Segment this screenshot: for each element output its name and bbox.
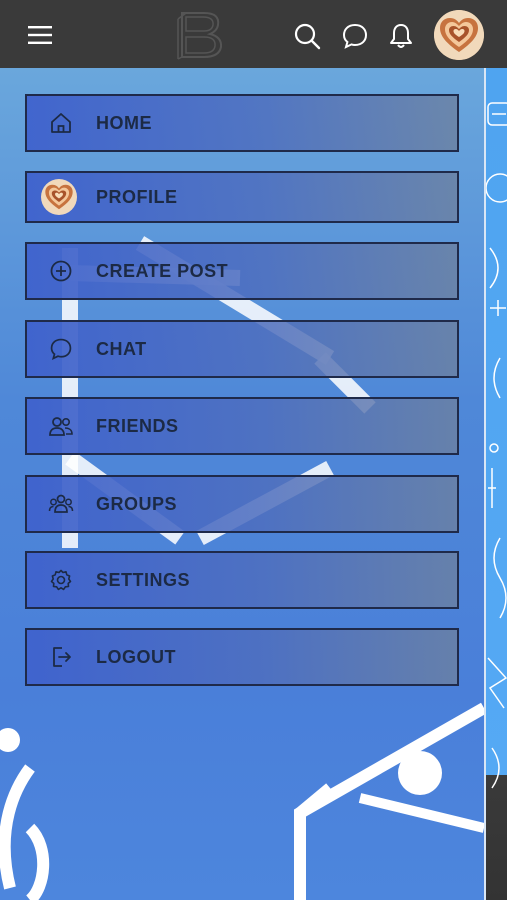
side-doodles <box>486 102 507 789</box>
menu-item-logout[interactable]: LOGOUT <box>25 628 459 686</box>
menu-item-label: SETTINGS <box>96 569 191 590</box>
messages-button[interactable] <box>336 17 374 55</box>
b-logo-icon <box>177 12 223 60</box>
menu-item-label: HOME <box>96 112 152 133</box>
menu-item-label: CREATE POST <box>96 260 229 281</box>
plus-circle-icon <box>47 257 75 285</box>
heart-avatar <box>434 10 484 60</box>
menu-item-label: CHAT <box>96 338 147 359</box>
menu-item-groups[interactable]: GROUPS <box>25 475 459 533</box>
menu-item-label: GROUPS <box>96 493 178 514</box>
top-bar <box>0 0 507 68</box>
hamburger-icon <box>28 26 52 44</box>
groups-icon <box>47 490 75 518</box>
bell-icon <box>390 24 412 48</box>
home-icon <box>47 109 75 137</box>
app-logo[interactable] <box>172 8 228 62</box>
menu-item-label: PROFILE <box>96 186 178 207</box>
heart-avatar <box>41 179 77 215</box>
menu-item-profile[interactable]: PROFILE <box>25 171 459 223</box>
menu-item-create-post[interactable]: CREATE POST <box>25 242 459 300</box>
menu-item-friends[interactable]: FRIENDS <box>25 397 459 455</box>
side-content-strip <box>484 68 507 900</box>
hamburger-menu-button[interactable] <box>22 19 60 51</box>
user-avatar-button[interactable] <box>434 10 484 60</box>
menu-item-label: LOGOUT <box>96 646 176 667</box>
chat-bubble-icon <box>342 23 368 49</box>
menu-item-home[interactable]: HOME <box>25 94 459 152</box>
menu-item-chat[interactable]: CHAT <box>25 320 459 378</box>
friends-icon <box>47 412 75 440</box>
logout-icon <box>47 643 75 671</box>
menu-item-label: FRIENDS <box>96 415 179 436</box>
notifications-button[interactable] <box>382 17 420 55</box>
search-icon <box>294 23 321 50</box>
gear-icon <box>47 566 75 594</box>
menu-item-settings[interactable]: SETTINGS <box>25 551 459 609</box>
chat-bubble-icon <box>47 335 75 363</box>
search-button[interactable] <box>288 17 326 55</box>
